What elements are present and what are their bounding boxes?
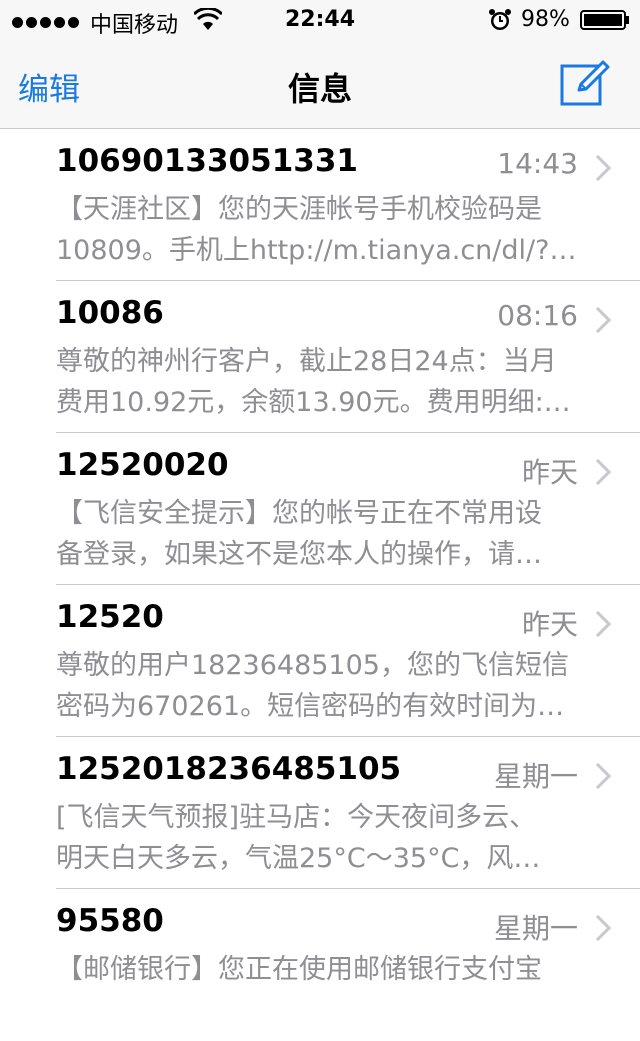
- compose-icon[interactable]: [559, 58, 611, 108]
- chevron-right-icon: [595, 154, 612, 182]
- message-preview-line: 费用10.92元，余额13.90元。费用明细:…: [56, 387, 571, 418]
- battery-icon: [580, 10, 629, 30]
- message-time: 08:16: [497, 299, 578, 332]
- message-row[interactable]: 12520020 昨天 【飞信安全提示】您的帐号正在不常用设 备登录，如果这不是…: [0, 433, 640, 585]
- message-preview-line: 【飞信安全提示】您的帐号正在不常用设: [56, 498, 542, 529]
- message-preview: 【飞信安全提示】您的帐号正在不常用设 备登录，如果这不是您本人的操作，请…: [56, 493, 608, 575]
- message-sender: 12520: [56, 599, 164, 635]
- message-time: 昨天: [521, 608, 578, 641]
- message-preview: [飞信天气预报]驻马店：今天夜间多云、 明天白天多云，气温25°C～35°C，风…: [56, 797, 608, 879]
- message-time: 星期一: [493, 760, 578, 793]
- message-time: 14:43: [497, 147, 578, 180]
- message-preview-line: 尊敬的神州行客户，截止28日24点：当月: [56, 346, 557, 377]
- message-preview: 【天涯社区】您的天涯帐号手机校验码是 10809。手机上http://m.tia…: [56, 189, 608, 271]
- page-title: 信息: [287, 70, 352, 108]
- message-preview-line: 备登录，如果这不是您本人的操作，请…: [56, 539, 542, 570]
- message-sender: 10690133051331: [56, 143, 358, 179]
- message-row[interactable]: 1252018236485105 星期一 [飞信天气预报]驻马店：今天夜间多云、…: [0, 737, 640, 889]
- message-list: 10690133051331 14:43 【天涯社区】您的天涯帐号手机校验码是 …: [0, 129, 640, 1041]
- message-preview-line: 【邮储银行】您正在使用邮储银行支付宝: [56, 954, 542, 985]
- message-time: 星期一: [493, 912, 578, 945]
- message-preview-line: 10809。手机上http://m.tianya.cn/dl/?…: [56, 235, 577, 266]
- message-row[interactable]: 12520 昨天 尊敬的用户18236485105，您的飞信短信 密码为6702…: [0, 585, 640, 737]
- status-bar: 中国移动 22:44 98%: [0, 0, 640, 40]
- message-preview: 【邮储银行】您正在使用邮储银行支付宝: [56, 949, 608, 990]
- message-sender: 95580: [56, 903, 164, 939]
- alarm-clock-icon: [489, 9, 511, 30]
- message-preview: 尊敬的神州行客户，截止28日24点：当月 费用10.92元，余额13.90元。费…: [56, 341, 608, 423]
- chevron-right-icon: [595, 762, 612, 790]
- message-sender: 10086: [56, 295, 164, 331]
- message-row[interactable]: 10690133051331 14:43 【天涯社区】您的天涯帐号手机校验码是 …: [0, 129, 640, 281]
- chevron-right-icon: [595, 306, 612, 334]
- message-preview-line: 【天涯社区】您的天涯帐号手机校验码是: [56, 194, 542, 225]
- message-preview-line: 尊敬的用户18236485105，您的飞信短信: [56, 650, 569, 681]
- message-sender: 1252018236485105: [56, 751, 402, 787]
- message-preview-line: 明天白天多云，气温25°C～35°C，风…: [56, 843, 541, 874]
- message-sender: 12520020: [56, 447, 229, 483]
- message-row[interactable]: 10086 08:16 尊敬的神州行客户，截止28日24点：当月 费用10.92…: [0, 281, 640, 433]
- chevron-right-icon: [595, 610, 612, 638]
- navigation-bar: 编辑 信息: [0, 40, 640, 129]
- message-preview-line: [飞信天气预报]驻马店：今天夜间多云、: [56, 802, 537, 833]
- battery-percent: 98%: [521, 7, 570, 32]
- message-row[interactable]: 95580 星期一 【邮储银行】您正在使用邮储银行支付宝: [0, 889, 640, 1041]
- message-preview-line: 密码为670261。短信密码的有效时间为…: [56, 691, 565, 722]
- chevron-right-icon: [595, 458, 612, 486]
- chevron-right-icon: [595, 914, 612, 942]
- message-time: 昨天: [521, 456, 578, 489]
- message-preview: 尊敬的用户18236485105，您的飞信短信 密码为670261。短信密码的有…: [56, 645, 608, 727]
